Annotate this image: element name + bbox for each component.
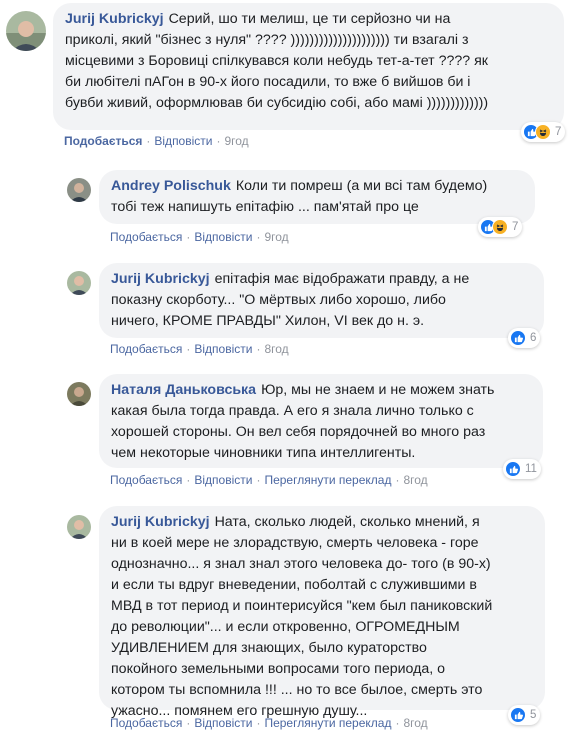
comment-bubble: Jurij Kubrickyj епітафія має відображати …	[99, 263, 544, 338]
like-button[interactable]: Подобається	[110, 716, 182, 730]
comment-bubble: Jurij Kubrickyj Серий, шо ти мелиш, це ти…	[53, 3, 564, 130]
reaction-count: 5	[530, 709, 537, 721]
comment-author[interactable]: Andrey Polischuk	[111, 178, 231, 194]
comment-author[interactable]: Jurij Kubrickyj	[65, 11, 164, 27]
comment-actions: Подобається · Відповісти · 8год	[110, 342, 289, 356]
reaction-count: 6	[530, 332, 537, 344]
avatar[interactable]	[6, 11, 46, 51]
like-icon	[505, 461, 521, 477]
translate-button[interactable]: Переглянути переклад	[264, 473, 391, 487]
avatar[interactable]	[67, 382, 91, 406]
comment-author[interactable]: Jurij Kubrickyj	[111, 271, 210, 287]
comment-bubble: Andrey Polischuk Коли ти помреш (а ми всі…	[99, 170, 535, 224]
reply-button[interactable]: Відповісти	[154, 134, 212, 148]
comment-bubble: Jurij Kubrickyj Ната, сколько людей, скол…	[99, 506, 545, 719]
like-button[interactable]: Подобається	[110, 342, 182, 356]
reply-button[interactable]: Відповісти	[194, 473, 252, 487]
reaction-summary[interactable]: 7	[521, 122, 566, 142]
comment-actions: Подобається · Відповісти · Переглянути перек…	[110, 473, 428, 487]
like-button[interactable]: Подобається	[64, 134, 142, 148]
comment-actions: Подобається · Відповісти · 9год	[110, 230, 289, 244]
avatar[interactable]	[67, 178, 91, 202]
comment-actions: Подобається · Відповісти · 9год	[64, 134, 249, 148]
comment-actions: Подобається · Відповісти · Переглянути перек…	[110, 716, 428, 730]
like-icon	[510, 330, 526, 346]
translate-button[interactable]: Переглянути переклад	[264, 716, 391, 730]
haha-icon	[535, 124, 551, 140]
reply-button[interactable]: Відповісти	[194, 230, 252, 244]
reaction-summary[interactable]: 5	[508, 705, 541, 725]
reaction-summary[interactable]: 7	[478, 217, 523, 237]
avatar[interactable]	[67, 271, 91, 295]
reaction-count: 7	[512, 221, 519, 233]
avatar[interactable]	[67, 515, 91, 539]
like-button[interactable]: Подобається	[110, 473, 182, 487]
comment-text: Ната, сколько людей, сколько мнений, я н…	[111, 514, 493, 719]
reaction-count: 11	[525, 463, 537, 475]
timestamp[interactable]: 8год	[403, 716, 427, 730]
reaction-count: 7	[555, 126, 562, 138]
like-icon	[510, 707, 526, 723]
comment-author[interactable]: Jurij Kubrickyj	[111, 514, 210, 530]
like-button[interactable]: Подобається	[110, 230, 182, 244]
comment-bubble: Наталя Даньковська Юр, мы не знаем и не м…	[99, 374, 543, 468]
timestamp[interactable]: 9год	[224, 134, 248, 148]
reaction-summary[interactable]: 11	[503, 459, 541, 479]
reply-button[interactable]: Відповісти	[194, 716, 252, 730]
reply-button[interactable]: Відповісти	[194, 342, 252, 356]
reaction-summary[interactable]: 6	[508, 328, 541, 348]
timestamp[interactable]: 8год	[403, 473, 427, 487]
haha-icon	[492, 219, 508, 235]
comment-author[interactable]: Наталя Даньковська	[111, 382, 256, 398]
timestamp[interactable]: 8год	[264, 342, 288, 356]
timestamp[interactable]: 9год	[264, 230, 288, 244]
